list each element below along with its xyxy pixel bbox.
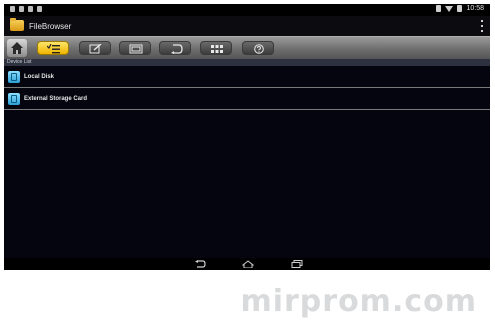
device-screen: 10:58 FileBrowser Device List Local Disk… — [4, 4, 490, 270]
notification-icon — [19, 6, 24, 12]
list-item-local-disk[interactable]: Local Disk — [4, 66, 490, 88]
battery-icon — [457, 5, 463, 12]
folder-icon — [10, 18, 24, 31]
wifi-icon — [445, 5, 454, 12]
window-button[interactable] — [119, 41, 151, 55]
edit-icon — [89, 44, 102, 54]
help-button[interactable] — [242, 41, 274, 55]
list-header-label: Device List — [7, 59, 32, 65]
checklist-icon — [47, 44, 60, 54]
bluetooth-icon — [436, 5, 442, 12]
edit-button[interactable] — [79, 41, 111, 55]
toolbar — [4, 36, 490, 59]
notification-icon — [37, 6, 42, 12]
window-icon — [129, 44, 143, 54]
undo-arrow-icon — [171, 44, 183, 54]
notification-icon — [28, 6, 33, 12]
list-item-label: Local Disk — [24, 74, 55, 80]
help-icon — [254, 44, 264, 54]
status-indicators: 10:58 — [436, 5, 484, 12]
undo-button[interactable] — [159, 41, 191, 55]
status-notifications — [10, 6, 42, 12]
notification-icon — [10, 6, 15, 12]
recent-apps-icon[interactable] — [291, 260, 303, 268]
watermark-text: mirprom.com — [240, 284, 477, 319]
overflow-menu-icon[interactable] — [481, 20, 483, 32]
list-item-label: External Storage Card — [24, 96, 88, 102]
home-nav-icon[interactable] — [242, 260, 254, 268]
back-icon[interactable] — [194, 260, 206, 268]
sd-card-icon — [8, 71, 20, 83]
app-title: FileBrowser — [29, 22, 72, 31]
checklist-button[interactable] — [37, 41, 69, 55]
list-header: Device List — [4, 59, 490, 66]
status-bar: 10:58 — [4, 4, 490, 16]
grid-button[interactable] — [200, 41, 232, 55]
home-icon — [11, 42, 23, 54]
home-button[interactable] — [7, 39, 27, 57]
status-time: 10:58 — [466, 5, 484, 12]
list-item-external-storage[interactable]: External Storage Card — [4, 88, 490, 110]
sd-card-icon — [8, 93, 20, 105]
action-bar: FileBrowser — [4, 16, 490, 36]
navigation-bar — [4, 258, 490, 270]
grid-icon — [211, 45, 223, 53]
